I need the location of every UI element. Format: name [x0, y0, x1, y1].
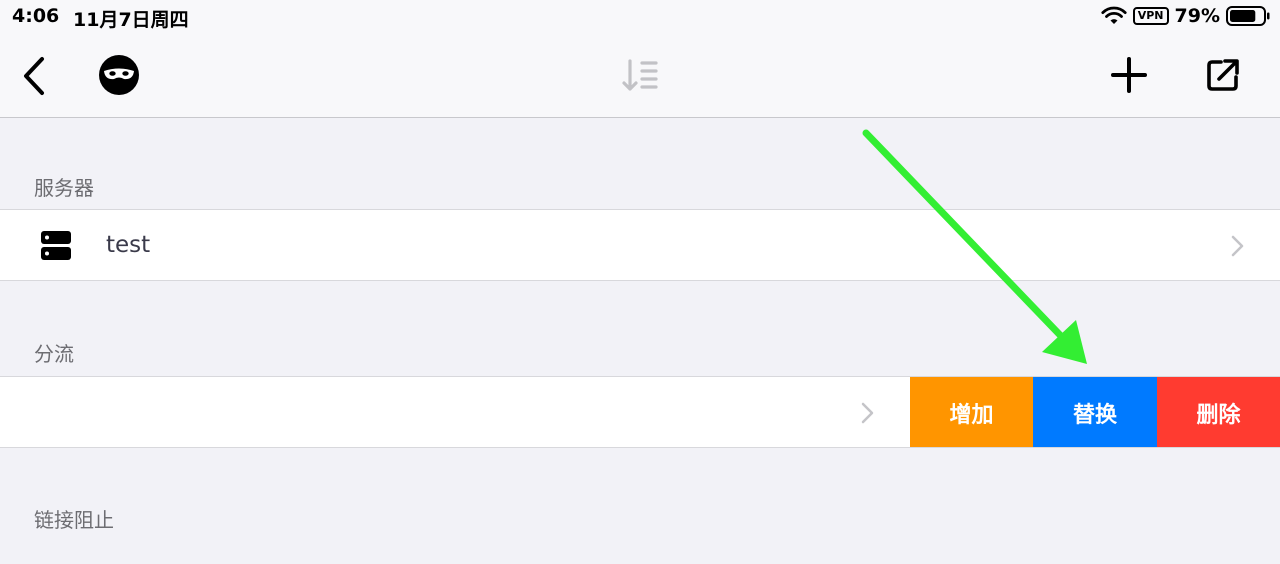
delete-action-button[interactable]: 删除: [1157, 377, 1280, 447]
sort-icon: [622, 59, 658, 91]
add-button[interactable]: [1106, 52, 1152, 98]
vpn-badge: VPN: [1132, 7, 1169, 25]
chevron-right-icon: [861, 402, 874, 424]
chevron-left-icon: [24, 57, 44, 95]
section-header-block: 链接阻止: [34, 508, 114, 532]
add-action-button[interactable]: 增加: [910, 377, 1033, 447]
mask-icon: [99, 55, 139, 95]
battery-percentage: 79%: [1174, 5, 1220, 27]
chevron-right-icon: [1231, 235, 1244, 257]
server-name: test: [106, 232, 151, 258]
status-time: 4:06: [12, 5, 60, 27]
status-bar: 4:06 11月7日周四 VPN 79%: [0, 0, 1280, 34]
sort-button[interactable]: [618, 54, 662, 98]
share-button[interactable]: [1200, 52, 1246, 98]
server-row[interactable]: test: [0, 209, 1280, 281]
mask-button[interactable]: [96, 52, 142, 98]
wifi-icon: [1101, 6, 1127, 24]
screen: 4:06 11月7日周四 VPN 79% 服务器 test 分流 增加 替换 删…: [0, 0, 1280, 564]
nav-bar: [0, 34, 1280, 118]
back-button[interactable]: [14, 54, 54, 98]
rule-row[interactable]: 增加 替换 删除: [0, 376, 1280, 448]
battery-icon: [1226, 6, 1270, 26]
plus-icon: [1111, 57, 1147, 93]
server-icon: [41, 231, 71, 260]
status-indicators: VPN 79%: [1101, 5, 1270, 27]
share-icon: [1207, 59, 1239, 91]
section-header-server: 服务器: [34, 176, 94, 200]
replace-action-button[interactable]: 替换: [1033, 377, 1157, 447]
status-date: 11月7日周四: [73, 9, 189, 31]
section-header-rule: 分流: [34, 342, 74, 366]
